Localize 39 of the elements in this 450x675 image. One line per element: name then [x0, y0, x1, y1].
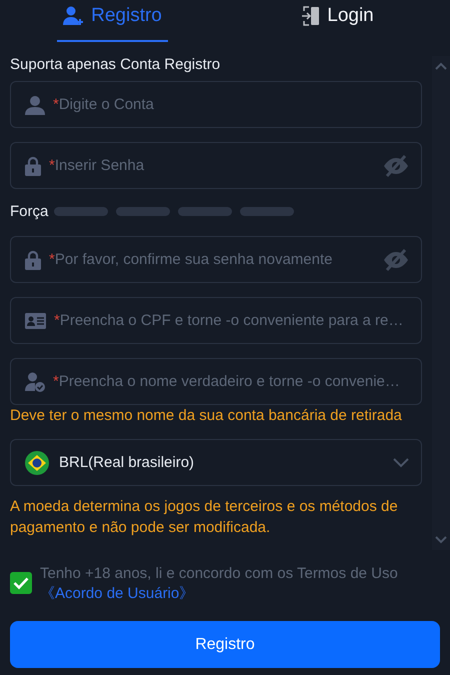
required-mark: *: [49, 157, 55, 174]
checkbox[interactable]: [10, 572, 32, 594]
user-plus-icon: [63, 6, 86, 26]
text-input[interactable]: Digite o Conta: [58, 96, 409, 113]
required-mark: *: [53, 373, 59, 390]
required-mark: *: [53, 96, 59, 113]
input-field[interactable]: *Inserir Senha: [10, 142, 422, 189]
agreement-text: Tenho +18 anos, li e concordo com os Termos de Uso 《Acordo de Usuário》: [40, 564, 398, 604]
text-input[interactable]: Preencha o nome verdadeiro e torne -o convenie…: [58, 373, 409, 390]
eye-hidden-icon[interactable]: [383, 248, 409, 270]
input-field[interactable]: *Preencha o CPF e torne -o conveniente para a re…: [10, 297, 422, 344]
eye-hidden-icon[interactable]: [383, 154, 409, 176]
form-heading: Suporta apenas Conta Registro: [10, 56, 222, 73]
text-input[interactable]: Por favor, confirme sua senha novamente: [54, 251, 383, 268]
text-input[interactable]: Inserir Senha: [54, 157, 383, 174]
tab[interactable]: Registro: [0, 0, 225, 42]
person-icon: [25, 94, 45, 114]
name-hint: Deve ter o mesmo nome da sua conta bancária de retirada: [10, 407, 403, 424]
lock-icon: [25, 156, 41, 176]
required-mark: *: [49, 251, 55, 268]
chevron-down-icon: [393, 458, 409, 468]
door-icon: [301, 6, 322, 26]
tab[interactable]: Login: [225, 0, 450, 42]
input-field[interactable]: *Por favor, confirme sua senha novamente: [10, 236, 422, 283]
verified-user-icon: [25, 372, 45, 392]
strength-label: Força: [10, 203, 48, 220]
brazil-flag-icon: [25, 450, 49, 474]
scroll-up-icon[interactable]: [435, 62, 447, 70]
input-field[interactable]: *Preencha o nome verdadeiro e torne -o convenie…: [10, 358, 422, 405]
lock-icon: [25, 250, 41, 270]
required-mark: *: [54, 312, 60, 329]
currency-note: A moeda determina os jogos de terceiros e os métodos de pagamento e não pode ser modificada.: [10, 497, 399, 538]
currency-select[interactable]: BRL(Real brasileiro): [10, 439, 422, 486]
user-agreement-link[interactable]: 《Acordo de Usuário》: [40, 585, 194, 602]
text-input[interactable]: Preencha o CPF e torne -o conveniente para a re…: [60, 312, 409, 329]
register-button[interactable]: Registro: [10, 621, 440, 668]
scroll-down-icon[interactable]: [435, 536, 447, 544]
input-field[interactable]: *Digite o Conta: [10, 81, 422, 128]
id-card-icon: [25, 312, 46, 328]
